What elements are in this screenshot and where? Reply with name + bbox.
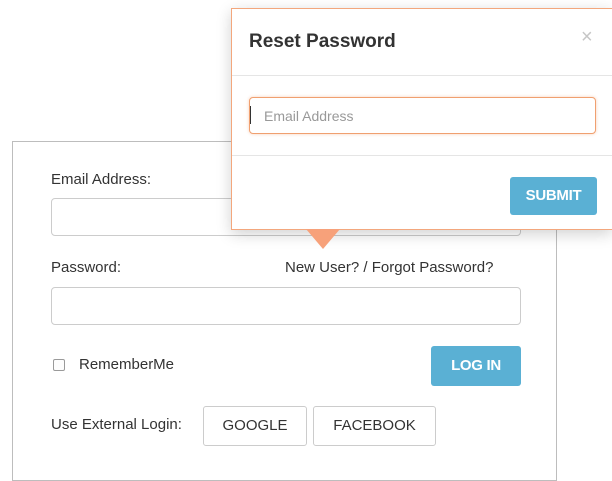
new-user-forgot-password-link[interactable]: New User? / Forgot Password? (285, 259, 493, 276)
email-label: Email Address: (51, 171, 152, 188)
remember-me-checkbox[interactable] (53, 359, 65, 371)
external-login-label: Use External Login: (51, 416, 182, 433)
popover-footer-divider (232, 155, 612, 156)
submit-button[interactable]: SUBMIT (510, 177, 597, 215)
remember-me-label: RememberMe (79, 356, 175, 373)
reset-email-input[interactable] (249, 97, 596, 134)
login-button[interactable]: LOG IN (431, 346, 521, 386)
popover-arrow-icon (306, 229, 340, 249)
reset-password-popover: Reset Password × SUBMIT (231, 8, 612, 230)
password-input[interactable] (51, 287, 521, 325)
password-label: Password: (51, 259, 122, 276)
popover-header-divider (232, 75, 612, 76)
google-login-button[interactable]: GOOGLE (203, 406, 307, 446)
popover-title: Reset Password (249, 31, 396, 52)
text-caret (250, 106, 251, 124)
facebook-login-button[interactable]: FACEBOOK (313, 406, 436, 446)
close-icon[interactable]: × (581, 27, 593, 47)
